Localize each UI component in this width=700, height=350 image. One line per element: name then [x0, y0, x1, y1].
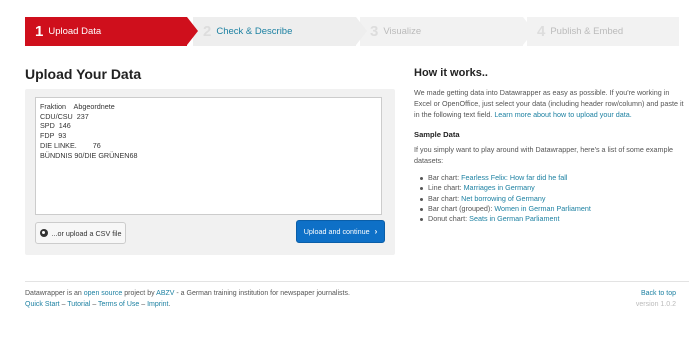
terms-link[interactable]: Terms of Use	[98, 301, 139, 308]
footer-text: - a German training institution for news…	[174, 290, 350, 297]
upload-csv-button[interactable]: ...or upload a CSV file	[35, 222, 126, 244]
sample-link[interactable]: Women in German Parliament	[494, 204, 591, 213]
back-to-top-link[interactable]: Back to top	[641, 290, 676, 297]
sample-link[interactable]: Marriages in Germany	[464, 183, 535, 192]
sample-data-intro: If you simply want to play around with D…	[414, 145, 674, 165]
data-input[interactable]: Fraktion Abgeordnete CDU/CSU 237 SPD 146…	[35, 97, 382, 215]
sample-data-title: Sample Data	[414, 130, 460, 140]
step-label: Upload Data	[48, 26, 102, 37]
list-item: Bar chart: Net borrowing of Germany	[420, 194, 684, 204]
step-number: 4	[537, 23, 546, 40]
open-source-link[interactable]: open source	[84, 290, 123, 297]
upload-panel: Fraktion Abgeordnete CDU/CSU 237 SPD 146…	[25, 89, 395, 255]
footer-credits: Datawrapper is an open source project by…	[25, 289, 350, 300]
abzv-link[interactable]: ABZV	[156, 290, 174, 297]
step-label: Check & Describe	[216, 26, 293, 37]
sample-link[interactable]: Net borrowing of Germany	[461, 194, 545, 203]
list-item: Donut chart: Seats in German Parliament	[420, 214, 684, 224]
step-number: 1	[35, 23, 44, 40]
footer-right: Back to top version 1.0.2	[636, 289, 676, 310]
sample-type: Donut chart:	[428, 214, 468, 224]
page-title: Upload Your Data	[25, 66, 142, 82]
footer-divider	[25, 281, 689, 282]
separator: –	[90, 300, 99, 308]
version-label: version 1.0.2	[635, 300, 676, 308]
upload-icon	[39, 229, 48, 237]
quick-start-link[interactable]: Quick Start	[25, 301, 60, 308]
step-upload-data[interactable]: 1 Upload Data	[25, 17, 198, 46]
progress-steps: 1 Upload Data 2 Check & Describe 3 Visua…	[25, 17, 679, 46]
sample-type: Line chart:	[428, 183, 462, 193]
step-label: Publish & Embed	[550, 26, 624, 37]
separator: –	[139, 300, 148, 308]
step-arrow	[356, 17, 367, 45]
footer-text: project by	[122, 290, 157, 297]
tutorial-link[interactable]: Tutorial	[67, 301, 90, 308]
step-label: Visualize	[383, 26, 422, 37]
step-arrow	[523, 17, 534, 45]
step-number: 2	[203, 23, 212, 40]
learn-more-link[interactable]: Learn more about how to upload your data…	[494, 110, 631, 119]
footer: Datawrapper is an open source project by…	[25, 289, 350, 310]
step-publish-embed: 4 Publish & Embed	[527, 17, 679, 46]
step-number: 3	[370, 23, 379, 40]
separator: .	[168, 300, 171, 308]
step-arrow	[187, 17, 198, 45]
chevron-right-icon: ›	[374, 227, 378, 236]
footer-text: Datawrapper is an	[25, 290, 84, 297]
imprint-link[interactable]: Imprint	[147, 301, 168, 308]
sample-type: Bar chart:	[428, 172, 460, 182]
sample-type: Bar chart:	[428, 193, 460, 203]
step-check-describe[interactable]: 2 Check & Describe	[193, 17, 367, 46]
sample-type: Bar chart (grouped):	[428, 204, 493, 213]
list-item: Bar chart (grouped): Women in German Par…	[420, 204, 684, 214]
sample-list: Bar chart: Fearless Felix: How far did h…	[414, 173, 684, 225]
footer-links: Quick Start – Tutorial – Terms of Use – …	[25, 300, 350, 311]
how-it-works-intro: We made getting data into Datawrapper as…	[414, 88, 684, 120]
sample-link[interactable]: Seats in German Parliament	[469, 214, 559, 223]
how-it-works: How it works.. We made getting data into…	[414, 66, 684, 225]
step-visualize: 3 Visualize	[360, 17, 534, 46]
sample-link[interactable]: Fearless Felix: How far did he fall	[461, 173, 567, 182]
how-it-works-title: How it works..	[414, 67, 488, 79]
list-item: Bar chart: Fearless Felix: How far did h…	[420, 173, 684, 183]
upload-csv-label: ...or upload a CSV file	[51, 228, 122, 238]
upload-continue-button[interactable]: Upload and continue ›	[296, 220, 385, 243]
upload-continue-label: Upload and continue	[303, 227, 370, 236]
list-item: Line chart: Marriages in Germany	[420, 183, 684, 193]
